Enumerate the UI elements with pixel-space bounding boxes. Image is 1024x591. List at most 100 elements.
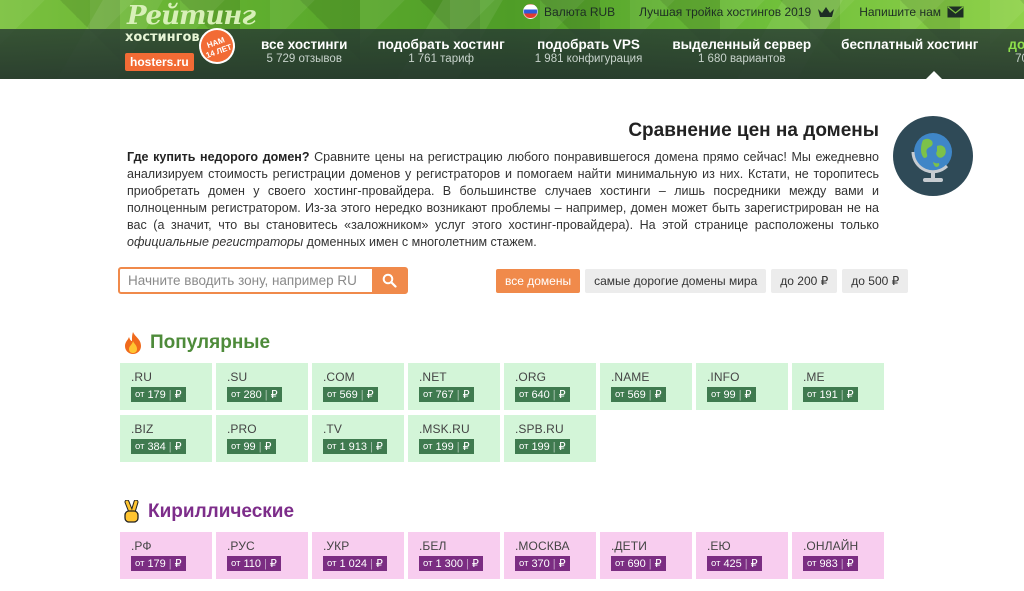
domain-price: от 1 913 | ₽: [323, 439, 387, 454]
site-logo[interactable]: Рейтинг хостингов hosters.ru НАМ 14 ЛЕТ: [113, 0, 256, 76]
domain-tile[interactable]: .МОСКВА от 370 | ₽: [504, 532, 596, 579]
domain-tile[interactable]: .SU от 280 | ₽: [216, 363, 308, 410]
contact-link[interactable]: Напишите нам: [859, 5, 964, 19]
section-title-text: Популярные: [150, 332, 271, 353]
cyrillic-domains-grid: .РФ от 179 | ₽ .РУС от 110 | ₽ .УКР от 1 024 | ₽ .БЕ…: [120, 532, 884, 579]
popular-domains-grid: .RU от 179 | ₽ .SU от 280 | ₽ .COM от 569 | ₽ .NET от…: [120, 363, 884, 462]
search-button[interactable]: [372, 269, 406, 292]
price-value: 110: [243, 557, 261, 570]
currency-selector[interactable]: Валюта RUB: [523, 4, 615, 19]
price-separator: |: [744, 557, 748, 570]
domain-name: .SPB.RU: [515, 422, 564, 436]
domain-name: .SU: [227, 370, 248, 384]
price-separator: |: [258, 440, 262, 453]
domain-tile[interactable]: .БЕЛ от 1 300 | ₽: [408, 532, 500, 579]
logo-subtitle: хостингов: [125, 30, 200, 45]
domain-tile[interactable]: .RU от 179 | ₽: [120, 363, 212, 410]
domain-name: .ORG: [515, 370, 547, 384]
domain-tile[interactable]: .BIZ от 384 | ₽: [120, 415, 212, 462]
nav-domains[interactable]: домены 707 зон: [993, 37, 1024, 65]
domain-price: от 640 | ₽: [515, 387, 570, 402]
ruble-icon: ₽: [264, 441, 272, 453]
ruble-icon: ₽: [846, 558, 854, 570]
domain-tile[interactable]: .ОНЛАЙН от 983 | ₽: [792, 532, 884, 579]
filter-under-500[interactable]: до 500 ₽: [842, 269, 909, 293]
price-separator: |: [552, 440, 556, 453]
intro-text: Где купить недорого домен? Сравните цены…: [127, 149, 879, 251]
ruble-icon: ₽: [462, 389, 470, 401]
nav-free-hosting[interactable]: бесплатный хостинг: [826, 37, 993, 65]
nav-title: подобрать VPS: [537, 37, 640, 52]
price-prefix: от: [519, 558, 529, 569]
domain-tile[interactable]: .РФ от 179 | ₽: [120, 532, 212, 579]
price-separator: |: [456, 388, 460, 401]
price-value: 640: [531, 388, 550, 401]
price-separator: |: [168, 440, 172, 453]
nav-subtitle: 5 729 отзывов: [266, 53, 342, 65]
price-value: 690: [627, 557, 646, 570]
domain-price: от 690 | ₽: [611, 556, 666, 571]
domain-tile[interactable]: .SPB.RU от 199 | ₽: [504, 415, 596, 462]
top3-link[interactable]: Лучшая тройка хостингов 2019: [639, 5, 835, 19]
domain-tile[interactable]: .NAME от 569 | ₽: [600, 363, 692, 410]
price-prefix: от: [423, 389, 433, 400]
price-prefix: от: [231, 558, 241, 569]
price-value: 425: [723, 557, 742, 570]
domain-tile[interactable]: .УКР от 1 024 | ₽: [312, 532, 404, 579]
price-value: 569: [339, 388, 358, 401]
price-separator: |: [456, 440, 460, 453]
domain-price: от 199 | ₽: [515, 439, 570, 454]
price-separator: |: [465, 557, 469, 570]
domain-tile[interactable]: .ME от 191 | ₽: [792, 363, 884, 410]
domain-tile[interactable]: .ЕЮ от 425 | ₽: [696, 532, 788, 579]
nav-title: домены: [1008, 37, 1024, 52]
victory-hand-icon: [124, 500, 139, 523]
logo-title: Рейтинг: [127, 1, 256, 31]
domain-price: от 767 | ₽: [419, 387, 474, 402]
main-nav: все хостинги 5 729 отзывов подобрать хос…: [246, 37, 1024, 65]
nav-dedicated-server[interactable]: выделенный сервер 1 680 вариантов: [657, 37, 826, 65]
domain-tile[interactable]: .MSK.RU от 199 | ₽: [408, 415, 500, 462]
mail-icon: [947, 6, 964, 17]
ruble-icon: ₽: [744, 389, 752, 401]
filter-under-200[interactable]: до 200 ₽: [771, 269, 838, 293]
domain-tile[interactable]: .TV от 1 913 | ₽: [312, 415, 404, 462]
ruble-icon: ₽: [375, 558, 383, 570]
russia-flag-icon: [523, 4, 539, 19]
price-separator: |: [738, 388, 742, 401]
price-value: 99: [723, 388, 736, 401]
domain-tile[interactable]: .PRO от 99 | ₽: [216, 415, 308, 462]
page-title: Сравнение цен на домены: [628, 120, 879, 141]
nav-title: выделенный сервер: [672, 37, 812, 52]
domain-tile[interactable]: .ДЕТИ от 690 | ₽: [600, 532, 692, 579]
domain-price: от 199 | ₽: [419, 439, 474, 454]
zone-search-input[interactable]: [120, 269, 372, 292]
domain-price: от 983 | ₽: [803, 556, 858, 571]
filter-most-expensive[interactable]: самые дорогие домены мира: [585, 269, 767, 293]
nav-choose-hosting[interactable]: подобрать хостинг 1 761 тариф: [362, 37, 519, 65]
domain-tile[interactable]: .РУС от 110 | ₽: [216, 532, 308, 579]
price-prefix: от: [423, 441, 433, 452]
domain-name: .NAME: [611, 370, 650, 384]
nav-subtitle: 1 981 конфигурация: [534, 53, 643, 65]
domain-tile[interactable]: .COM от 569 | ₽: [312, 363, 404, 410]
domain-tile[interactable]: .INFO от 99 | ₽: [696, 363, 788, 410]
nav-choose-vps[interactable]: подобрать VPS 1 981 конфигурация: [520, 37, 658, 65]
ruble-icon: ₽: [654, 558, 662, 570]
price-separator: |: [648, 388, 652, 401]
nav-all-hostings[interactable]: все хостинги 5 729 отзывов: [246, 37, 362, 65]
ruble-icon: ₽: [174, 558, 182, 570]
filter-all-domains[interactable]: все домены: [496, 269, 581, 293]
price-value: 767: [435, 388, 454, 401]
domain-name: .БЕЛ: [419, 539, 447, 553]
price-separator: |: [552, 388, 556, 401]
domain-price: от 370 | ₽: [515, 556, 570, 571]
price-prefix: от: [327, 389, 337, 400]
top3-label: Лучшая тройка хостингов 2019: [639, 4, 812, 19]
domain-name: .ME: [803, 370, 825, 384]
domain-price: от 280 | ₽: [227, 387, 282, 402]
domain-tile[interactable]: .NET от 767 | ₽: [408, 363, 500, 410]
site-header: Рейтинг хостингов hosters.ru НАМ 14 ЛЕТ …: [0, 0, 1024, 79]
domain-tile[interactable]: .ORG от 640 | ₽: [504, 363, 596, 410]
globe-icon: [893, 116, 973, 196]
